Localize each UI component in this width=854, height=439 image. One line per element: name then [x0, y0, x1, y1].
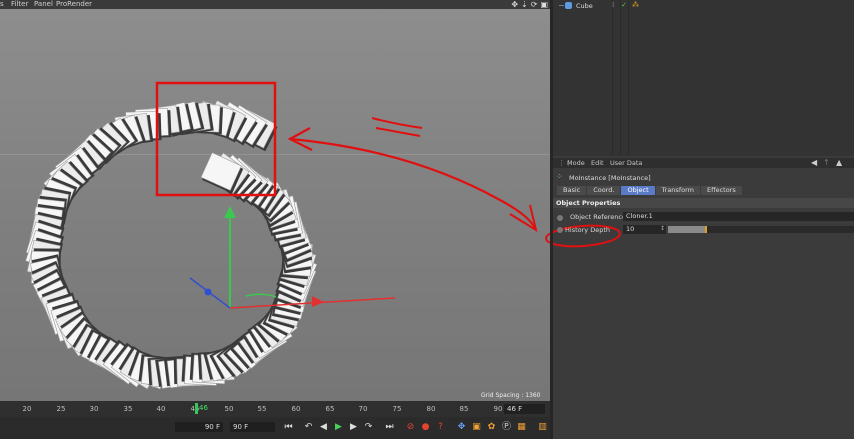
tick-label: 30 — [89, 405, 99, 413]
object-title: MoInstance [MoInstance] — [569, 174, 651, 182]
go-to-end-icon[interactable]: ⏭ — [384, 421, 395, 433]
rotate-view-icon[interactable]: ⟳ — [531, 0, 538, 9]
timeline-playhead[interactable] — [195, 403, 198, 414]
tick-label: 55 — [257, 405, 267, 413]
attribute-tabs: Basic Coord. Object Transform Effectors — [557, 186, 742, 195]
prev-frame-icon[interactable]: ◀ — [318, 421, 329, 433]
expand-icon[interactable]: − — [558, 1, 565, 10]
object-reference-label: Object Reference — [570, 213, 626, 221]
menu-item-s[interactable]: s — [0, 0, 4, 9]
tab-object[interactable]: Object — [621, 186, 655, 195]
tick-label: 65 — [325, 405, 335, 413]
object-reference-field[interactable]: Cloner.1 — [623, 212, 854, 221]
next-frame-icon[interactable]: ▶ — [348, 421, 359, 433]
scale-key-icon[interactable]: ▣ — [471, 421, 482, 433]
animate-dot-icon[interactable] — [557, 227, 563, 233]
history-depth-label: History Depth — [565, 226, 610, 234]
menu-panel[interactable]: Panel — [34, 0, 53, 9]
end-frame-field[interactable]: 90 F — [230, 422, 275, 432]
enabled-check-icon[interactable]: ✓ — [621, 1, 627, 9]
autokey-icon[interactable]: ● — [420, 421, 431, 433]
object-row-cube[interactable]: − Cube ⁞ ✓ ⁂ — [553, 1, 854, 11]
transport-bar — [0, 417, 550, 439]
tick-label: 85 — [459, 405, 469, 413]
maximize-view-icon[interactable]: ▣ — [540, 0, 548, 9]
tick-label: 50 — [224, 405, 234, 413]
object-name: Cube — [576, 2, 593, 10]
tag-icon[interactable]: ⁂ — [632, 1, 639, 9]
tab-transform[interactable]: Transform — [655, 186, 700, 195]
tick-label: 60 — [291, 405, 301, 413]
gizmo-y-handle[interactable] — [224, 206, 236, 218]
gizmo-rotation-arc[interactable] — [245, 293, 277, 298]
current-frame-field[interactable]: 46 F — [504, 404, 545, 414]
keyframe-selection-icon[interactable]: ? — [435, 421, 446, 433]
play-icon[interactable]: ▶ — [333, 421, 344, 433]
timeline-ruler[interactable]: 20 25 30 35 40 45 50 55 60 65 70 75 80 8… — [0, 401, 550, 417]
visibility-icon[interactable]: ⁞ — [612, 1, 614, 9]
prev-key-icon[interactable]: ↶ — [303, 421, 314, 433]
current-frame-label: 46 — [199, 404, 208, 412]
tick-label: 25 — [56, 405, 66, 413]
go-to-start-icon[interactable]: ⏮ — [283, 421, 294, 433]
menu-mode[interactable]: Mode — [567, 159, 585, 167]
grid-spacing-label: Grid Spacing : 1360 cm — [481, 392, 541, 399]
next-key-icon[interactable]: ↷ — [363, 421, 374, 433]
pla-key-icon[interactable]: ▦ — [516, 421, 527, 433]
tick-label: 40 — [156, 405, 166, 413]
parameter-key-icon[interactable]: Ⓟ — [501, 421, 512, 433]
moinstance-icon: ⁘ — [556, 172, 563, 181]
tick-label: 80 — [426, 405, 436, 413]
history-depth-slider[interactable] — [668, 226, 854, 233]
tab-coord[interactable]: Coord. — [587, 186, 621, 195]
position-key-icon[interactable]: ✥ — [456, 421, 467, 433]
attributes-menubar: ⋮⋮ Mode Edit User Data ◀ ↑ ▲ — [553, 158, 854, 168]
timeline-window-icon[interactable]: ▥ — [537, 421, 548, 433]
tab-basic[interactable]: Basic — [557, 186, 587, 195]
menu-filter[interactable]: Filter — [11, 0, 28, 9]
tick-label: 75 — [392, 405, 402, 413]
tick-label: 90 — [493, 405, 503, 413]
up-arrow-icon[interactable]: ↑ — [823, 158, 830, 167]
tick-label: 70 — [358, 405, 368, 413]
menu-edit[interactable]: Edit — [591, 159, 604, 167]
lock-cursor-icon[interactable]: ▲ — [836, 158, 842, 167]
viewport-nav-icons: ✥ ⇣ ⟳ ▣ — [511, 0, 548, 9]
dolly-view-icon[interactable]: ⇣ — [521, 0, 528, 9]
cube-icon — [565, 2, 572, 9]
rotation-key-icon[interactable]: ✿ — [486, 421, 497, 433]
move-view-icon[interactable]: ✥ — [511, 0, 518, 9]
3d-viewport[interactable]: Grid Spacing : 1360 cm — [0, 0, 550, 401]
tick-label: 35 — [123, 405, 133, 413]
gizmo-x-handle[interactable] — [312, 296, 324, 307]
object-manager[interactable] — [553, 0, 854, 156]
gizmo-z-handle[interactable] — [204, 288, 212, 296]
start-frame-field[interactable]: 90 F — [175, 422, 223, 432]
section-title: Object Properties — [556, 199, 621, 207]
animate-dot-icon[interactable] — [557, 215, 563, 221]
tab-effectors[interactable]: Effectors — [700, 186, 742, 195]
record-icon[interactable]: ⊘ — [405, 421, 416, 433]
viewport-menubar: s Filter Panel ProRender ✥ ⇣ ⟳ ▣ — [0, 0, 550, 9]
menu-prorender[interactable]: ProRender — [56, 0, 92, 9]
stepper-icon[interactable]: ↕ — [660, 225, 665, 232]
back-arrow-icon[interactable]: ◀ — [811, 158, 817, 167]
viewport-scene[interactable] — [0, 0, 550, 401]
menu-user-data[interactable]: User Data — [610, 159, 642, 167]
tick-label: 20 — [22, 405, 32, 413]
